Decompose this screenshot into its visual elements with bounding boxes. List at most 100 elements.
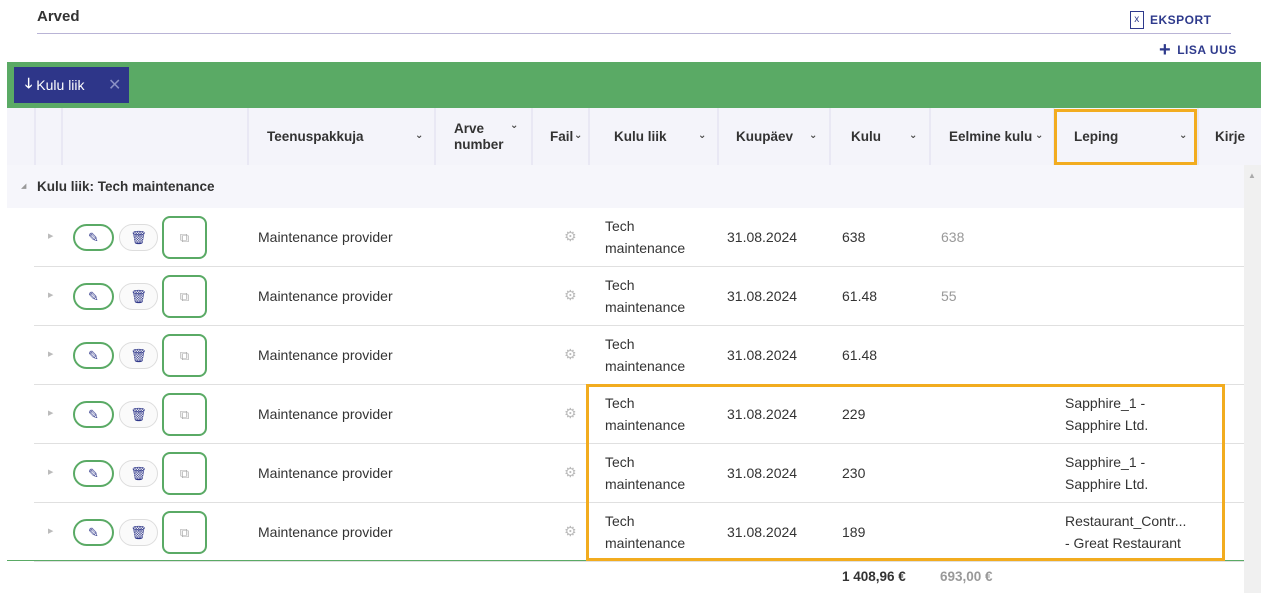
export-label: EKSPORT — [1150, 13, 1212, 27]
edit-button[interactable]: ✎ — [73, 283, 114, 310]
delete-button[interactable]: 🗑 — [119, 283, 158, 310]
cost-cell: 61.48 — [842, 347, 878, 363]
provider-cell: Maintenance provider — [258, 406, 393, 422]
chevron-down-icon: ⌄ — [574, 130, 583, 141]
column-header-arve-number[interactable]: Arve number ⌄ — [436, 108, 531, 165]
previous-cost-cell: 55 — [941, 288, 957, 304]
add-new-button[interactable]: + LISA UUS — [1159, 39, 1237, 61]
edit-button[interactable]: ✎ — [73, 519, 114, 546]
chevron-down-icon: ⌄ — [415, 130, 424, 141]
arrow-down-icon: 🡓 — [25, 75, 33, 91]
edit-button[interactable]: ✎ — [73, 224, 114, 251]
copy-button[interactable]: ⧉ — [162, 393, 207, 436]
group-chip-kulu-liik[interactable]: 🡓 Kulu liik ✕ — [14, 67, 129, 103]
group-chip-label: Kulu liik — [36, 77, 85, 93]
add-new-label: LISA UUS — [1177, 43, 1237, 57]
pencil-icon: ✎ — [88, 406, 99, 422]
column-header-fail[interactable]: Fail ⌄ — [533, 108, 588, 165]
gear-icon[interactable]: ⚙ — [564, 464, 577, 481]
pencil-icon: ✎ — [88, 347, 99, 363]
delete-button[interactable]: 🗑 — [119, 401, 158, 428]
pencil-icon: ✎ — [88, 465, 99, 481]
scroll-up-icon[interactable]: ▲ — [1248, 171, 1256, 180]
column-header-kulu[interactable]: Kulu ⌄ — [831, 108, 929, 165]
trash-icon: 🗑 — [130, 465, 147, 481]
chevron-down-icon: ⌄ — [1035, 130, 1044, 141]
copy-icon: ⧉ — [179, 524, 190, 540]
grouping-bar — [7, 62, 1261, 108]
chevron-down-icon: ⌄ — [909, 130, 918, 141]
expense-type-cell: Tech maintenance — [605, 277, 686, 315]
page-title: Arved — [37, 8, 80, 25]
delete-button[interactable]: 🗑 — [119, 460, 158, 487]
expand-row-icon[interactable]: ▶ — [48, 409, 53, 417]
collapse-triangle-icon[interactable]: ◢ — [21, 182, 26, 190]
header-cell-actions — [63, 108, 247, 165]
copy-button[interactable]: ⧉ — [162, 334, 207, 377]
pencil-icon: ✎ — [88, 229, 99, 245]
edit-button[interactable]: ✎ — [73, 401, 114, 428]
vertical-scrollbar[interactable]: ▲ — [1244, 165, 1261, 593]
title-divider — [37, 33, 1231, 34]
copy-button[interactable]: ⧉ — [162, 511, 207, 554]
group-label: Kulu liik: Tech maintenance — [37, 179, 215, 194]
trash-icon: 🗑 — [130, 288, 147, 304]
gear-icon[interactable]: ⚙ — [564, 287, 577, 304]
expand-row-icon[interactable]: ▶ — [48, 350, 53, 358]
gear-icon[interactable]: ⚙ — [564, 405, 577, 422]
gear-icon[interactable]: ⚙ — [564, 228, 577, 245]
date-cell: 31.08.2024 — [727, 288, 798, 304]
previous-cost-cell: 638 — [941, 229, 965, 245]
copy-button[interactable]: ⧉ — [162, 275, 207, 318]
edit-button[interactable]: ✎ — [73, 342, 114, 369]
copy-icon: ⧉ — [179, 465, 190, 481]
chevron-down-icon: ⌄ — [809, 130, 818, 141]
highlight-leping-header — [1054, 109, 1197, 165]
column-header-kulu-liik[interactable]: Kulu liik ⌄ — [590, 108, 717, 165]
chevron-down-icon: ⌄ — [510, 120, 519, 131]
provider-cell: Maintenance provider — [258, 465, 393, 481]
expand-row-icon[interactable]: ▶ — [48, 527, 53, 535]
total-previous-cost: 693,00 € — [940, 569, 993, 584]
table-row[interactable]: ▶ ✎ 🗑 ⧉ Maintenance provider ⚙ Tech maint… — [34, 326, 1244, 385]
provider-cell: Maintenance provider — [258, 347, 393, 363]
expand-row-icon[interactable]: ▶ — [48, 291, 53, 299]
export-button[interactable]: x EKSPORT — [1130, 11, 1212, 29]
provider-cell: Maintenance provider — [258, 524, 393, 540]
provider-cell: Maintenance provider — [258, 229, 393, 245]
table-row[interactable]: ▶ ✎ 🗑 ⧉ Maintenance provider ⚙ Tech maint… — [34, 267, 1244, 326]
column-header-kuupaev[interactable]: Kuupäev ⌄ — [719, 108, 829, 165]
provider-cell: Maintenance provider — [258, 288, 393, 304]
expand-row-icon[interactable]: ▶ — [48, 468, 53, 476]
column-header-kirje[interactable]: Kirje — [1199, 108, 1261, 165]
edit-button[interactable]: ✎ — [73, 460, 114, 487]
gear-icon[interactable]: ⚙ — [564, 346, 577, 363]
trash-icon: 🗑 — [130, 229, 147, 245]
group-row[interactable]: ◢ Kulu liik: Tech maintenance — [7, 165, 1261, 208]
gear-icon[interactable]: ⚙ — [564, 523, 577, 540]
delete-button[interactable]: 🗑 — [119, 519, 158, 546]
copy-icon: ⧉ — [179, 406, 190, 422]
plus-icon: + — [1159, 39, 1172, 61]
pencil-icon: ✎ — [88, 288, 99, 304]
chevron-down-icon: ⌄ — [698, 130, 707, 141]
highlight-contract-rows — [586, 384, 1225, 561]
remove-group-icon[interactable]: ✕ — [108, 75, 121, 95]
header-cell-blank-1 — [7, 108, 34, 165]
date-cell: 31.08.2024 — [727, 347, 798, 363]
copy-button[interactable]: ⧉ — [162, 216, 207, 259]
cost-cell: 638 — [842, 229, 866, 245]
delete-button[interactable]: 🗑 — [119, 224, 158, 251]
header-cell-blank-2 — [36, 108, 61, 165]
pencil-icon: ✎ — [88, 524, 99, 540]
table-row[interactable]: ▶ ✎ 🗑 ⧉ Maintenance provider ⚙ Tech maint… — [34, 208, 1244, 267]
expense-type-cell: Tech maintenance — [605, 336, 686, 374]
delete-button[interactable]: 🗑 — [119, 342, 158, 369]
expense-type-cell: Tech maintenance — [605, 218, 686, 256]
column-header-teenuspakkuja[interactable]: Teenuspakkuja ⌄ — [249, 108, 434, 165]
copy-button[interactable]: ⧉ — [162, 452, 207, 495]
trash-icon: 🗑 — [130, 406, 147, 422]
expand-row-icon[interactable]: ▶ — [48, 232, 53, 240]
column-header-eelmine-kulu[interactable]: Eelmine kulu ⌄ — [931, 108, 1053, 165]
copy-icon: ⧉ — [179, 347, 190, 363]
